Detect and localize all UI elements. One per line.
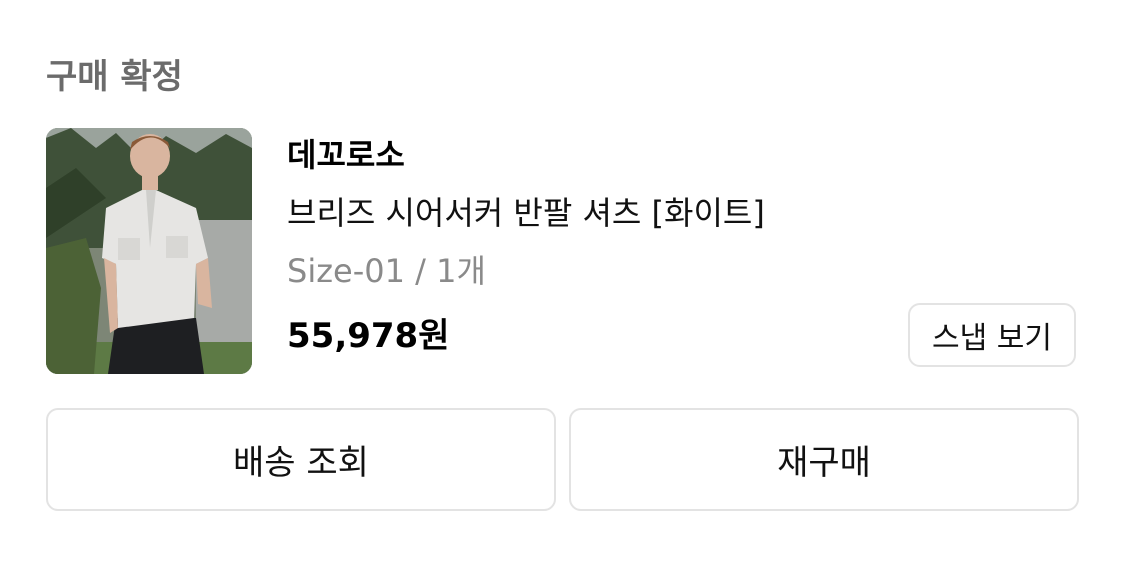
product-option: Size-01 / 1개 bbox=[287, 252, 486, 290]
product-name[interactable]: 브리즈 시어서커 반팔 셔츠 [화이트] bbox=[287, 192, 765, 234]
brand-name[interactable]: 데꼬로소 bbox=[287, 134, 405, 176]
product-thumbnail[interactable] bbox=[46, 128, 252, 374]
order-status-label: 구매 확정 bbox=[46, 57, 183, 97]
product-price: 55,978원 bbox=[287, 316, 450, 356]
snap-view-button[interactable]: 스냅 보기 bbox=[908, 303, 1076, 367]
product-card[interactable]: 데꼬로소 브리즈 시어서커 반팔 셔츠 [화이트] Size-01 / 1개 5… bbox=[46, 128, 1080, 374]
reorder-button[interactable]: 재구매 bbox=[569, 408, 1079, 511]
order-actions: 배송 조회 재구매 bbox=[46, 408, 1080, 512]
delivery-tracking-button[interactable]: 배송 조회 bbox=[46, 408, 556, 511]
product-photo-graphic bbox=[46, 128, 252, 374]
